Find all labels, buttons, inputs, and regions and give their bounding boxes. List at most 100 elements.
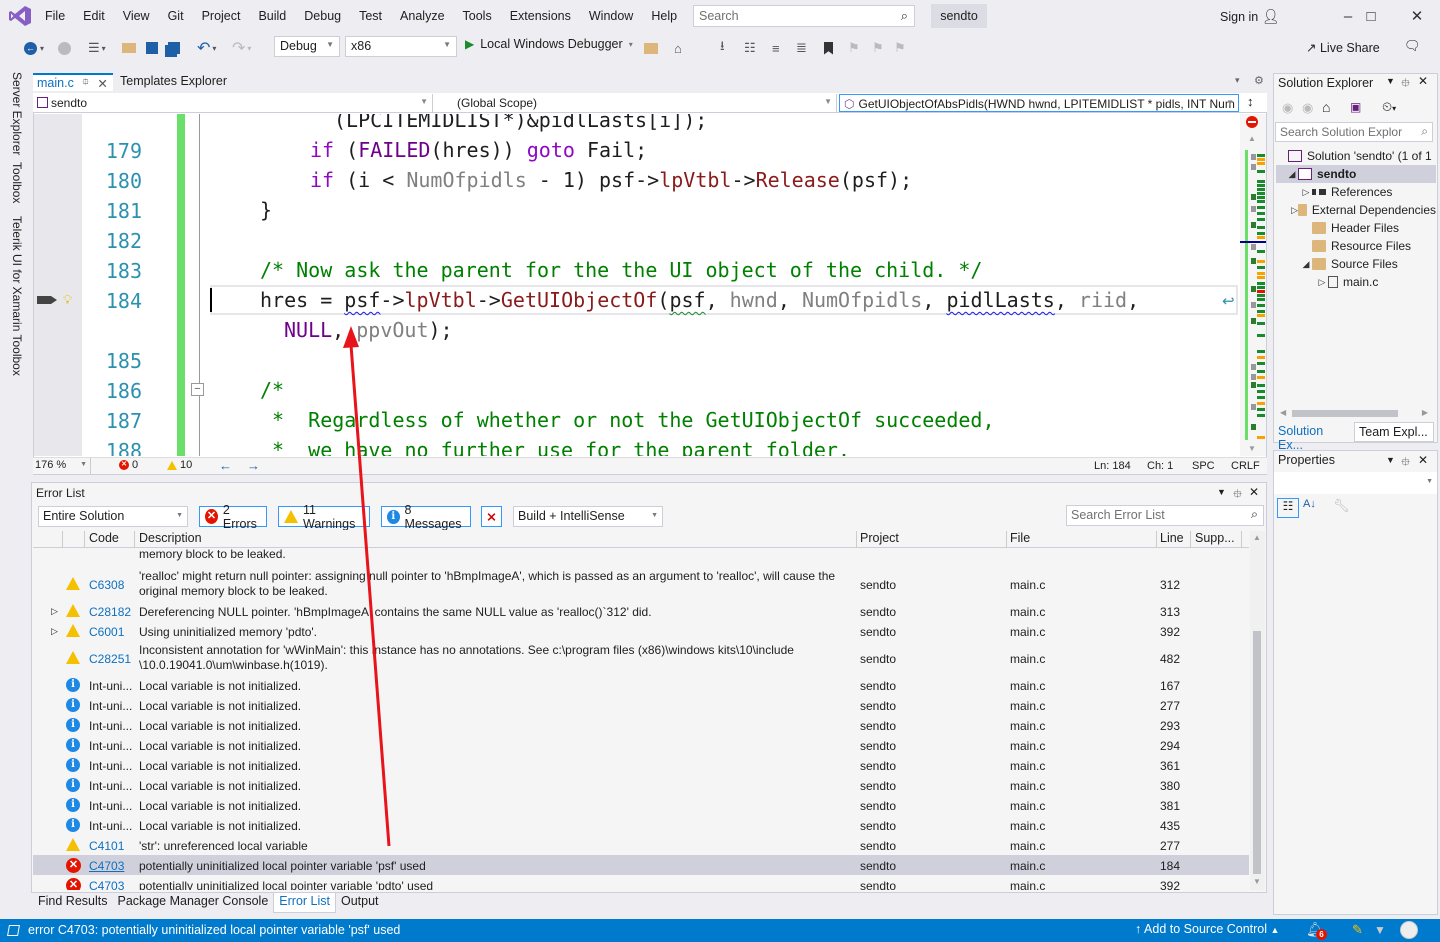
settings-gear-icon[interactable]: ⚙ bbox=[1254, 74, 1264, 87]
live-share-button[interactable]: ↗ Live Share bbox=[1306, 40, 1380, 55]
zoom-dropdown[interactable]: 176 % ▼ bbox=[33, 458, 91, 474]
tree-item[interactable]: ◢ sendto bbox=[1276, 165, 1436, 183]
horizontal-scrollbar[interactable]: ◀ ▶ bbox=[1280, 408, 1430, 418]
comment-button[interactable]: ≡ bbox=[772, 34, 780, 62]
column-header-description[interactable]: Description bbox=[139, 531, 202, 545]
toolbox-tab[interactable]: Toolbox bbox=[8, 162, 24, 203]
column-header-suppression[interactable]: Supp... bbox=[1195, 531, 1235, 545]
error-count[interactable]: ✕ 0 bbox=[119, 459, 138, 471]
error-list-row[interactable]: i Int-uni... Local variable is not initial… bbox=[33, 675, 1249, 695]
search-error-list-input[interactable]: Search Error List ⌕ bbox=[1066, 505, 1264, 526]
feedback-icon[interactable]: ✎ bbox=[1352, 922, 1363, 938]
tab-main-c[interactable]: main.c ⯐ ✕ bbox=[33, 73, 113, 91]
error-list-row[interactable]: i Int-uni... Local variable is not initial… bbox=[33, 775, 1249, 795]
whitespace-indicator[interactable]: SPC bbox=[1192, 460, 1215, 472]
error-list-row[interactable]: i Int-uni... Local variable is not initial… bbox=[33, 735, 1249, 755]
alert-icon[interactable]: ▼ bbox=[1374, 923, 1386, 937]
bookmark-button[interactable] bbox=[824, 34, 833, 62]
expand-row-icon[interactable]: ▷ bbox=[51, 604, 58, 619]
column-header-file[interactable]: File bbox=[1010, 531, 1030, 545]
error-code[interactable]: C4703 bbox=[89, 859, 124, 874]
menu-debug[interactable]: Debug bbox=[295, 9, 350, 23]
project-dropdown[interactable]: sendto ▼ bbox=[33, 94, 433, 112]
clear-filter-button[interactable]: ⨯ bbox=[481, 506, 502, 527]
start-debugging-button[interactable]: ▶ Local Windows Debugger ▾ bbox=[465, 37, 633, 51]
pin-icon[interactable]: ⯐ bbox=[1233, 485, 1242, 506]
step-into-button[interactable]: ⭳ bbox=[720, 34, 725, 62]
column-header-line[interactable]: Line bbox=[1160, 531, 1184, 545]
next-bookmark-button[interactable]: ⚑ bbox=[872, 34, 884, 62]
telerik-toolbox-tab[interactable]: Telerik UI for Xamarin Toolbox bbox=[8, 216, 24, 376]
panel-menu-dropdown[interactable]: ▼ bbox=[1217, 487, 1226, 497]
menu-tools[interactable]: Tools bbox=[454, 9, 501, 23]
scroll-down-icon[interactable]: ▼ bbox=[1248, 444, 1256, 453]
glyph-margin[interactable] bbox=[34, 114, 82, 456]
error-list-row[interactable]: ✕ C4703 potentially uninitialized local po… bbox=[33, 875, 1249, 890]
error-list-scrollbar[interactable]: ▲ ▼ bbox=[1250, 531, 1265, 890]
line-ending-indicator[interactable]: CRLF bbox=[1231, 460, 1260, 472]
clear-bookmarks-button[interactable]: ⚑ bbox=[894, 34, 906, 62]
menu-window[interactable]: Window bbox=[580, 9, 642, 23]
errors-filter-button[interactable]: ✕ 2 Errors bbox=[199, 503, 267, 531]
warning-count[interactable]: 10 bbox=[167, 459, 192, 471]
error-code[interactable]: C28251 bbox=[89, 652, 131, 667]
variable-with-error[interactable]: psf bbox=[344, 288, 380, 312]
search-input[interactable]: Search ⌕ bbox=[693, 5, 915, 27]
switch-views-button[interactable]: ▣ bbox=[1350, 100, 1361, 114]
notifications-button[interactable]: 🔔︎ 6 bbox=[1306, 921, 1327, 940]
warnings-filter-button[interactable]: 11 Warnings bbox=[278, 503, 370, 531]
menu-git[interactable]: Git bbox=[159, 9, 193, 23]
tab-output[interactable]: Output bbox=[336, 893, 384, 913]
server-explorer-tab[interactable]: Server Explorer bbox=[8, 72, 24, 155]
home-button[interactable]: ⌂ bbox=[674, 34, 682, 62]
collapsed-icon[interactable]: ▷ bbox=[1300, 187, 1312, 198]
tab-package-manager-console[interactable]: Package Manager Console bbox=[112, 893, 273, 913]
code-area[interactable]: (LPCITEMIDLIST*)&pidlLasts[i]); if (FAIL… bbox=[200, 114, 1240, 456]
scroll-up-icon[interactable]: ▲ bbox=[1253, 533, 1261, 542]
menu-view[interactable]: View bbox=[114, 9, 159, 23]
variable-with-info[interactable]: pidlLasts bbox=[946, 288, 1054, 312]
tab-solution-explorer[interactable]: Solution Ex... bbox=[1274, 422, 1352, 452]
platform-dropdown[interactable]: x86 ▼ bbox=[345, 36, 457, 57]
expanded-icon[interactable]: ◢ bbox=[1300, 259, 1312, 270]
pin-icon[interactable]: ⯐ bbox=[1401, 74, 1410, 95]
close-window-button[interactable]: ✕ bbox=[1394, 4, 1440, 28]
split-editor-button[interactable]: ↕ bbox=[1247, 94, 1254, 109]
error-code[interactable]: C4703 bbox=[89, 879, 124, 890]
menu-extensions[interactable]: Extensions bbox=[501, 9, 580, 23]
menu-project[interactable]: Project bbox=[193, 9, 250, 23]
column-header-project[interactable]: Project bbox=[860, 531, 899, 545]
tree-item[interactable]: ▷ main.c bbox=[1276, 273, 1436, 291]
collapsed-icon[interactable]: ▷ bbox=[1291, 205, 1298, 216]
outline-button[interactable]: ☷ bbox=[744, 34, 756, 62]
prev-bookmark-button[interactable]: ⚑ bbox=[848, 34, 860, 62]
save-button[interactable] bbox=[146, 34, 158, 62]
tab-error-list[interactable]: Error List bbox=[273, 893, 336, 913]
categorized-view-button[interactable]: ☷ bbox=[1277, 498, 1299, 518]
pin-icon[interactable]: ⯐ bbox=[82, 75, 90, 92]
menu-help[interactable]: Help bbox=[642, 9, 686, 23]
tree-item[interactable]: ◢ Source Files bbox=[1276, 255, 1436, 273]
tab-team-explorer[interactable]: Team Expl... bbox=[1354, 422, 1434, 442]
undo-button[interactable]: ↶ ▾ bbox=[197, 34, 216, 62]
close-panel-icon[interactable]: ✕ bbox=[1418, 74, 1428, 88]
menu-file[interactable]: File bbox=[36, 9, 74, 23]
pending-changes-filter-button[interactable]: ⏲︎▾ bbox=[1382, 99, 1396, 115]
scroll-up-icon[interactable]: ▲ bbox=[1248, 134, 1256, 143]
next-issue-button[interactable]: → bbox=[247, 458, 260, 473]
tree-item[interactable]: ▷ External Dependencies bbox=[1276, 201, 1436, 219]
close-panel-icon[interactable]: ✕ bbox=[1418, 453, 1428, 467]
error-list-row[interactable]: i Int-uni... Local variable is not initial… bbox=[33, 715, 1249, 735]
tree-item[interactable]: Header Files bbox=[1276, 219, 1436, 237]
member-dropdown[interactable]: ⬡ GetUIObjectOfAbsPidls(HWND hwnd, LPITEM… bbox=[839, 94, 1239, 112]
tab-overflow-dropdown[interactable]: ▾ bbox=[1235, 75, 1240, 86]
new-project-button[interactable]: ☰ ▾ bbox=[88, 34, 106, 62]
error-list-row[interactable]: ▷ C6001 Using uninitialized memory 'pdto'.… bbox=[33, 621, 1249, 641]
maximize-button[interactable]: □ bbox=[1348, 4, 1394, 28]
scrollbar-thumb[interactable] bbox=[1253, 631, 1261, 874]
se-forward-button[interactable]: ◉ bbox=[1302, 100, 1313, 116]
error-list-row[interactable]: C6308 'realloc' might return null pointer… bbox=[33, 567, 1249, 601]
error-list-row[interactable]: i Int-uni... Local variable is not initial… bbox=[33, 795, 1249, 815]
tree-item[interactable]: Resource Files bbox=[1276, 237, 1436, 255]
column-header-code[interactable]: Code bbox=[89, 531, 119, 545]
